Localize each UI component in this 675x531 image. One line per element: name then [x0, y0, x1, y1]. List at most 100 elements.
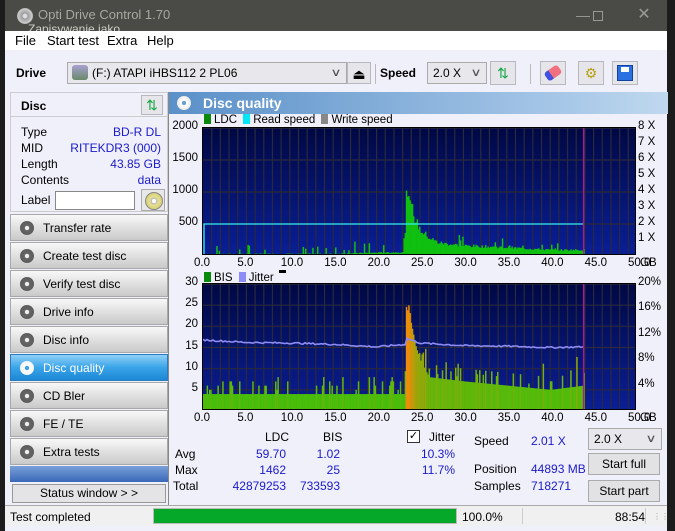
ldc-bar — [240, 253, 242, 254]
ldc-total: 42879253 — [232, 479, 286, 493]
ldc-bar — [227, 254, 229, 255]
start-full-button[interactable]: Start full — [588, 453, 660, 475]
test-speed-select[interactable]: 2.0 X ∨ — [588, 428, 662, 450]
ldc-bar — [221, 254, 223, 255]
disc-key: Length — [21, 157, 58, 171]
ldc-bar — [318, 253, 320, 254]
y2-tick-label: 3 X — [638, 200, 656, 212]
jitter-label: Jitter — [429, 430, 456, 444]
app-window: Opti Drive Control 1.70 Zapisywanie jako… — [5, 0, 669, 531]
menu-help[interactable]: Help — [147, 33, 174, 48]
sidebar-item-cd-bler[interactable]: CD Bler — [10, 382, 168, 409]
disc-contents-value: data — [137, 173, 161, 187]
y2-tick-label: 20% — [638, 276, 662, 288]
ldc-bar — [257, 253, 259, 254]
left-panel: Disc ⇅ Type BD-R DL MID RITEKDR3 (000) Len… — [10, 92, 168, 505]
sidebar-item-drive-info[interactable]: Drive info — [10, 298, 168, 325]
ldc-bar — [214, 254, 216, 255]
ldc-bar — [330, 253, 332, 254]
speed-select[interactable]: 2.0 X ∨ — [427, 62, 487, 84]
menu-extra[interactable]: Extra — [107, 33, 137, 48]
resize-grip-icon[interactable]: ⋮⋮ — [653, 512, 669, 521]
menu-file[interactable]: File — [15, 33, 36, 48]
legend-read-speed: Read speed — [253, 114, 316, 126]
panel-title: Disc quality — [203, 95, 282, 111]
disc-icon — [20, 249, 34, 263]
ldc-bar — [279, 254, 281, 255]
ldc-bar — [323, 253, 325, 254]
position-value: 44893 MB — [531, 462, 586, 476]
y-tick-label: 500 — [178, 216, 198, 228]
speed-label: Speed — [474, 434, 509, 448]
chevron-down-icon: ∨ — [645, 433, 657, 445]
settings-button[interactable]: ⚙ — [578, 61, 604, 85]
x-tick-label: 30.0 — [454, 257, 477, 269]
x-tick-label: 0.0 — [194, 412, 210, 424]
ldc-bar — [291, 253, 294, 254]
disc-length-value: 43.85 GB — [110, 157, 161, 171]
menu-bar: File Start test Extra Help — [5, 31, 667, 50]
disc-type-value: BD-R DL — [112, 125, 161, 139]
ldc-bar — [234, 254, 236, 255]
ldc-bar — [258, 253, 260, 254]
chevron-down-icon: ∨ — [470, 67, 482, 79]
speed-label: Speed — [380, 66, 417, 80]
x-tick-label: 20.0 — [367, 257, 390, 269]
sidebar-item-label: Extra tests — [43, 445, 100, 459]
disc-key: Type — [21, 125, 48, 139]
disc-row-contents: Contents data — [21, 173, 161, 187]
ldc-bar — [245, 254, 247, 255]
cd-icon[interactable] — [141, 189, 165, 211]
samples-value: 718271 — [531, 479, 572, 493]
jitter-checkbox[interactable]: ✓ — [407, 430, 420, 443]
menu-start-test[interactable]: Start test — [47, 33, 99, 48]
ldc-bar — [338, 253, 341, 254]
x-tick-label: 35.0 — [497, 257, 521, 269]
ldc-bar — [233, 253, 235, 254]
status-window-button[interactable]: Status window > > — [12, 484, 166, 503]
sidebar-item-create-test-disc[interactable]: Create test disc — [10, 242, 168, 269]
ldc-bar — [283, 254, 285, 255]
sidebar-item-extra-tests[interactable]: Extra tests — [10, 438, 168, 465]
disc-icon — [20, 389, 34, 403]
close-button[interactable]: ✕ — [629, 5, 659, 25]
disc-header-title: Disc — [21, 99, 47, 113]
sidebar-item-verify-test-disc[interactable]: Verify test disc — [10, 270, 168, 297]
sidebar-item-disc-info[interactable]: Disc info — [10, 326, 168, 353]
disc-refresh-button[interactable]: ⇅ — [141, 95, 163, 115]
eject-button[interactable]: ⏏ — [347, 62, 371, 84]
drive-select[interactable]: (F:) ATAPI iHBS112 2 PL06 ∨ — [67, 62, 347, 84]
x-tick-label: 45.0 — [584, 257, 607, 269]
maximize-button[interactable] — [583, 5, 613, 25]
disc-label-input[interactable] — [55, 191, 135, 210]
ldc-bar — [284, 253, 287, 254]
refresh-button[interactable]: ⇅ — [490, 61, 516, 85]
stats-col-bis: BIS — [323, 430, 343, 444]
sidebar-item-disc-quality[interactable]: Disc quality — [10, 354, 168, 381]
ldc-bar — [339, 253, 342, 254]
sidebar-item-transfer-rate[interactable]: Transfer rate — [10, 214, 168, 241]
start-part-button[interactable]: Start part — [588, 480, 660, 502]
x-tick-label: 40.0 — [541, 412, 564, 424]
x-tick-label: 35.0 — [497, 412, 521, 424]
chart1-legend: LDC Read speed Write speed — [204, 114, 393, 126]
chevron-down-icon: ∨ — [330, 67, 342, 79]
ldc-bar — [348, 250, 350, 254]
x-tick-label: 10.0 — [280, 412, 304, 424]
sidebar-item-fe-te[interactable]: FE / TE — [10, 410, 168, 437]
save-button[interactable] — [612, 61, 638, 85]
panel-header: Disc quality — [169, 92, 668, 114]
y-tick-label: 10 — [185, 360, 198, 373]
ldc-bar — [326, 253, 329, 254]
ldc-bar — [231, 254, 233, 255]
ldc-bar — [253, 253, 255, 254]
sidebar-item-label: Disc quality — [43, 361, 105, 375]
ldc-bar — [343, 249, 345, 254]
refresh-icon: ⇅ — [497, 65, 509, 81]
ldc-bar — [309, 253, 312, 254]
erase-button[interactable] — [540, 61, 566, 85]
sidebar-item-label: Create test disc — [43, 249, 127, 263]
ldc-bar — [319, 253, 321, 254]
y-tick-label: 1000 — [172, 184, 198, 196]
x-tick-label: 5.0 — [237, 412, 254, 424]
